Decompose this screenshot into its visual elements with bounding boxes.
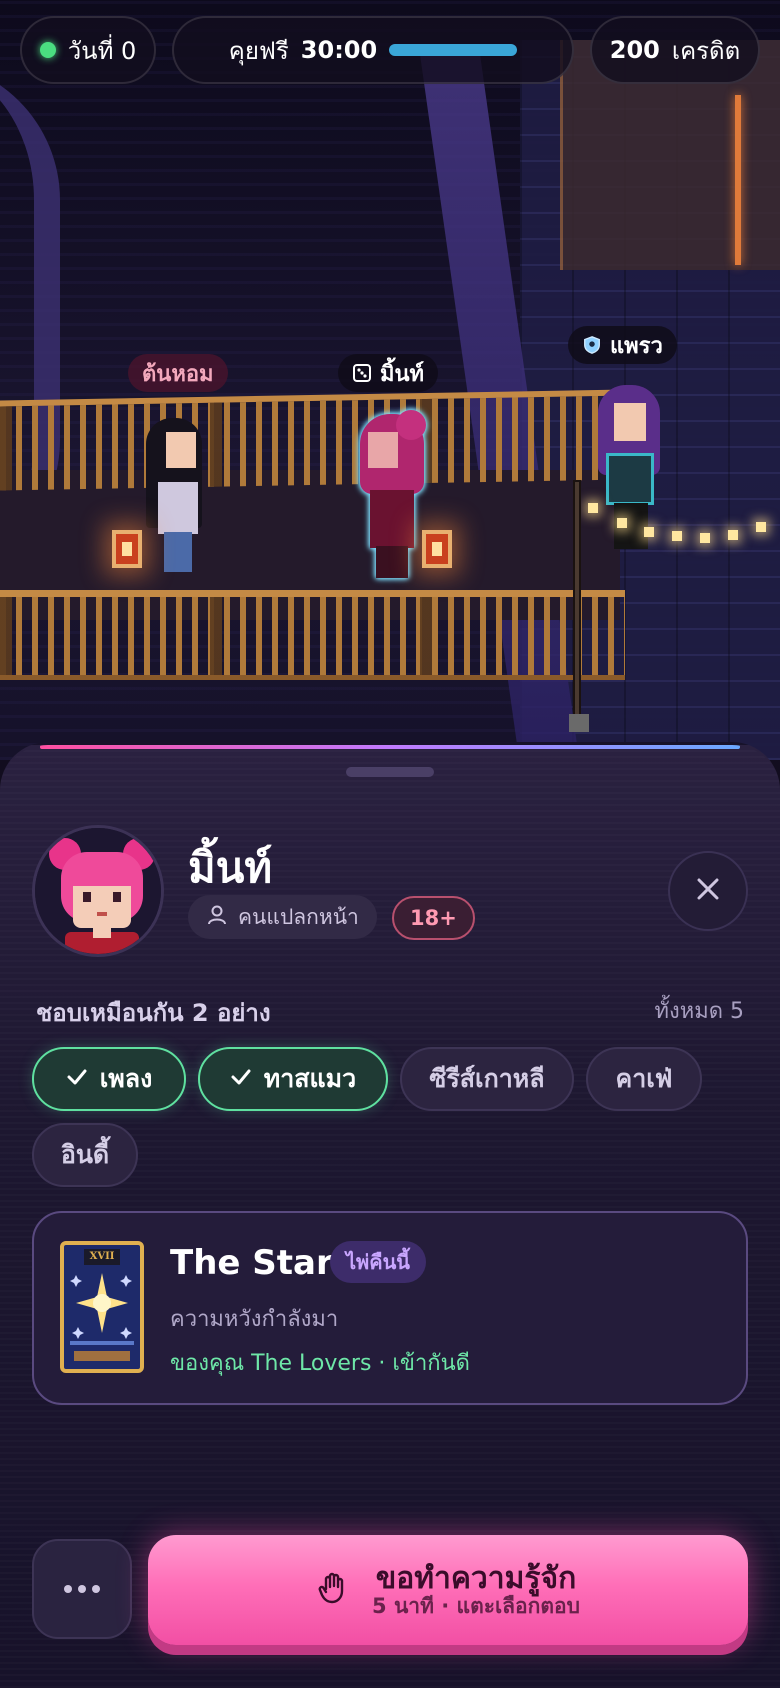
close-icon xyxy=(694,875,722,907)
credits-label: เครดิต xyxy=(671,36,741,65)
interest-chip-cafe[interactable]: คาเฟ่ xyxy=(586,1047,702,1111)
interest-label: ทาสแมว xyxy=(263,1064,357,1093)
more-dot xyxy=(92,1585,100,1593)
string-light xyxy=(644,527,654,537)
character-legs xyxy=(376,546,408,578)
name-tag-praew[interactable]: แพรว xyxy=(568,326,677,364)
name-tag-label: มิ้นท์ xyxy=(380,361,425,387)
close-button[interactable] xyxy=(668,851,748,931)
more-dot xyxy=(78,1585,86,1593)
profile-name: มิ้นท์ xyxy=(188,843,273,892)
interests-total: ทั้งหมด 5 xyxy=(654,999,744,1024)
relationship-badge: คนแปลกหน้า xyxy=(188,895,377,939)
tarot-title: The Star xyxy=(170,1243,333,1283)
day-counter: วันที่ 0 xyxy=(20,16,156,84)
character-tonhom[interactable] xyxy=(140,418,210,578)
request-to-meet-button[interactable]: ขอทำความรู้จัก 5 นาที · แตะเลือกตอบ xyxy=(148,1535,748,1645)
tarot-meaning: ความหวังกำลังมา xyxy=(170,1307,339,1332)
lamp-pole xyxy=(569,480,589,732)
string-light xyxy=(617,518,627,528)
cta-sub-label: 5 นาที · แตะเลือกตอบ xyxy=(372,1593,580,1618)
chat-timer-value: 30:00 xyxy=(300,36,378,64)
profile-sheet: มิ้นท์ คนแปลกหน้า 18+ ชอบเหมือนกัน 2 อย่… xyxy=(0,742,780,1688)
interest-chip-indie[interactable]: อินดี้ xyxy=(32,1123,138,1187)
free-chat-timer: คุยฟรี 30:00 xyxy=(172,16,574,84)
age-badge: 18+ xyxy=(392,896,475,940)
character-face xyxy=(166,432,196,468)
check-icon xyxy=(230,1065,252,1094)
game-scene[interactable]: ต้นหอม มิ้นท์ แพรว xyxy=(0,0,780,760)
character-body xyxy=(606,453,654,505)
interest-chip-korean-series[interactable]: ซีรีส์เกาหลี xyxy=(400,1047,574,1111)
name-tag-mint[interactable]: มิ้นท์ xyxy=(338,354,439,392)
dice-icon xyxy=(352,363,372,383)
sheet-drag-handle[interactable] xyxy=(346,767,434,777)
interest-label: อินดี้ xyxy=(60,1140,110,1169)
cta-text: ขอทำความรู้จัก 5 นาที · แตะเลือกตอบ xyxy=(372,1562,580,1618)
character-face xyxy=(614,403,646,441)
string-light xyxy=(672,531,682,541)
wave-hand-icon xyxy=(316,1571,350,1609)
string-light xyxy=(700,533,710,543)
interest-label: เพลง xyxy=(99,1064,153,1093)
interest-chip-music[interactable]: เพลง xyxy=(32,1047,186,1111)
more-options-button[interactable] xyxy=(32,1539,132,1639)
character-body xyxy=(158,482,198,534)
neon-trim xyxy=(735,95,741,265)
character-praew[interactable] xyxy=(594,385,666,555)
character-body xyxy=(370,490,414,548)
interest-chip-cat-lover[interactable]: ทาสแมว xyxy=(198,1047,388,1111)
check-icon xyxy=(66,1065,88,1094)
character-mint[interactable] xyxy=(352,410,432,582)
interest-label: ซีรีส์เกาหลี xyxy=(429,1064,545,1093)
cta-main-label: ขอทำความรู้จัก xyxy=(375,1560,577,1596)
more-dot xyxy=(64,1585,72,1593)
star-icon xyxy=(70,1273,134,1361)
string-light xyxy=(588,503,598,513)
name-tag-label: ต้นหอม xyxy=(142,361,214,387)
bridge-railing-front xyxy=(0,590,625,680)
person-icon xyxy=(206,904,228,931)
lantern xyxy=(422,530,452,568)
name-tag-tonhom[interactable]: ต้นหอม xyxy=(128,354,228,392)
relationship-label: คนแปลกหน้า xyxy=(238,904,359,929)
chat-label: คุยฟรี xyxy=(228,36,289,65)
interest-label: คาเฟ่ xyxy=(615,1064,673,1093)
avatar-portrait xyxy=(35,828,161,954)
string-light xyxy=(756,522,766,532)
timer-progress-bar xyxy=(389,44,518,56)
name-tag-label: แพรว xyxy=(610,333,663,359)
tarot-card-panel[interactable]: XVII The Star ไพ่คืนนี้ ความหวังกำลังมา … xyxy=(32,1211,748,1405)
character-legs xyxy=(164,532,192,572)
credits-value: 200 xyxy=(609,36,660,64)
hair-bun xyxy=(396,410,426,440)
lantern xyxy=(112,530,142,568)
tarot-card-image: XVII xyxy=(60,1241,144,1373)
credits-display[interactable]: 200 เครดิต xyxy=(590,16,760,84)
shield-icon xyxy=(582,335,602,355)
avatar xyxy=(32,825,164,957)
online-status-icon xyxy=(39,42,56,58)
day-label: วันที่ 0 xyxy=(67,36,137,65)
tarot-tonight-badge: ไพ่คืนนี้ xyxy=(330,1241,426,1283)
character-face xyxy=(368,432,398,468)
tarot-compatibility: ของคุณ The Lovers · เข้ากันดี xyxy=(170,1351,470,1376)
string-light xyxy=(728,530,738,540)
bridge-railing-back xyxy=(0,389,625,491)
shared-interests-title: ชอบเหมือนกัน 2 อย่าง xyxy=(36,999,271,1027)
